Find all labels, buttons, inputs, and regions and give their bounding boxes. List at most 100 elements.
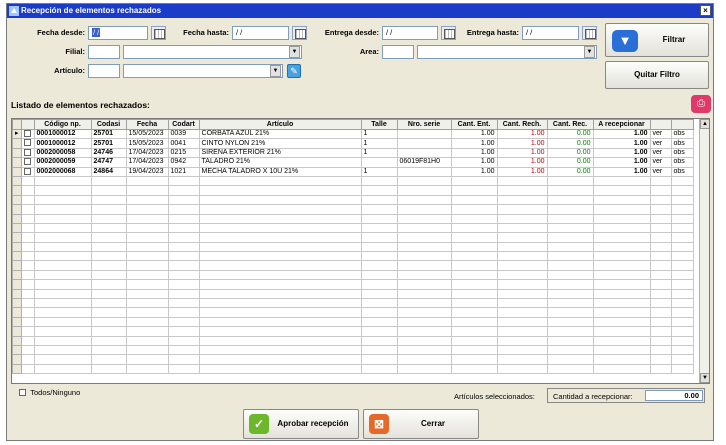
row-checkbox-cell[interactable] bbox=[20, 344, 35, 356]
row-indicator[interactable] bbox=[12, 138, 22, 149]
row-indicator[interactable] bbox=[12, 288, 22, 300]
filial-code-input[interactable] bbox=[88, 45, 120, 59]
area-select[interactable] bbox=[417, 45, 597, 59]
row-indicator[interactable] bbox=[12, 279, 22, 290]
row-checkbox-cell[interactable] bbox=[20, 194, 35, 206]
cerrar-button[interactable]: ⊠ Cerrar bbox=[363, 409, 479, 439]
row-indicator[interactable] bbox=[12, 269, 22, 281]
row-checkbox-cell[interactable] bbox=[20, 251, 35, 262]
entrega-hasta-input[interactable]: / / bbox=[522, 26, 579, 40]
cell-obs[interactable] bbox=[670, 279, 694, 290]
cell-ver[interactable] bbox=[649, 307, 672, 318]
cell-obs[interactable]: obs bbox=[670, 128, 694, 140]
cell-obs[interactable] bbox=[670, 307, 694, 318]
row-indicator[interactable] bbox=[12, 335, 22, 347]
cell-ver[interactable] bbox=[649, 241, 672, 253]
chevron-down-icon[interactable]: ▼ bbox=[289, 46, 300, 58]
area-code-input[interactable] bbox=[382, 45, 414, 59]
chevron-down-icon[interactable]: ▼ bbox=[270, 65, 281, 77]
row-checkbox-cell[interactable] bbox=[20, 363, 35, 375]
column-header[interactable]: Cant. Rec. bbox=[546, 119, 594, 130]
cell-obs[interactable]: obs bbox=[670, 147, 694, 159]
table-row[interactable]: 0002000068 24864 19/04/2023 1021 MECHA TALAD… bbox=[12, 166, 694, 177]
row-indicator[interactable] bbox=[12, 354, 22, 365]
column-header[interactable]: Codasi bbox=[90, 119, 127, 130]
table-row[interactable] bbox=[12, 185, 694, 196]
table-row[interactable]: 0002000059 24747 17/04/2023 0942 TALADRO 21%… bbox=[12, 157, 694, 168]
checkbox[interactable] bbox=[23, 168, 31, 175]
cell-obs[interactable] bbox=[670, 269, 694, 281]
row-indicator[interactable] bbox=[12, 166, 22, 177]
articulo-code-input[interactable] bbox=[88, 64, 120, 78]
table-row[interactable] bbox=[12, 251, 694, 262]
column-header[interactable]: Nro. serie bbox=[396, 119, 452, 130]
column-header[interactable]: A recepcionar bbox=[592, 119, 651, 130]
table-row[interactable]: 0001000012 25701 15/05/2023 0041 CINTO NYLON… bbox=[12, 138, 694, 149]
row-checkbox-cell[interactable] bbox=[20, 147, 35, 159]
row-checkbox-cell[interactable] bbox=[20, 185, 35, 196]
cell-obs[interactable] bbox=[670, 185, 694, 196]
cell-obs[interactable] bbox=[670, 363, 694, 375]
cell-obs[interactable] bbox=[670, 298, 694, 309]
row-checkbox-cell[interactable] bbox=[20, 175, 35, 187]
scroll-down-icon[interactable]: ▼ bbox=[700, 373, 709, 383]
row-checkbox-cell[interactable] bbox=[20, 222, 35, 234]
table-row[interactable] bbox=[12, 279, 694, 290]
calendar-icon[interactable] bbox=[151, 26, 166, 40]
table-row[interactable] bbox=[12, 204, 694, 215]
table-row[interactable] bbox=[12, 344, 694, 356]
cell-obs[interactable] bbox=[670, 335, 694, 347]
table-row[interactable] bbox=[12, 298, 694, 309]
table-row[interactable] bbox=[12, 288, 694, 300]
table-row[interactable] bbox=[12, 175, 694, 187]
cell-ver[interactable] bbox=[649, 185, 672, 196]
cell-obs[interactable]: obs bbox=[670, 138, 694, 149]
row-checkbox-cell[interactable] bbox=[20, 157, 35, 168]
cell-ver[interactable] bbox=[649, 194, 672, 206]
cell-ver[interactable] bbox=[649, 363, 672, 375]
entrega-desde-input[interactable]: / / bbox=[382, 26, 438, 40]
row-indicator[interactable] bbox=[12, 213, 22, 224]
table-row[interactable] bbox=[12, 260, 694, 271]
cell-ver[interactable] bbox=[649, 335, 672, 347]
column-header[interactable] bbox=[20, 119, 35, 130]
cell-obs[interactable] bbox=[670, 175, 694, 187]
row-checkbox-cell[interactable] bbox=[20, 307, 35, 318]
row-indicator[interactable] bbox=[12, 175, 22, 187]
cell-ver[interactable] bbox=[649, 298, 672, 309]
row-checkbox-cell[interactable] bbox=[20, 241, 35, 253]
cell-obs[interactable] bbox=[670, 194, 694, 206]
row-indicator[interactable] bbox=[12, 194, 22, 206]
column-header[interactable] bbox=[12, 119, 22, 130]
checkbox[interactable] bbox=[23, 139, 31, 147]
printer-icon[interactable]: ⎙ bbox=[691, 95, 711, 113]
wrench-icon[interactable]: ✎ bbox=[287, 64, 301, 78]
calendar-icon[interactable] bbox=[441, 26, 456, 40]
row-checkbox-cell[interactable] bbox=[20, 166, 35, 177]
row-checkbox-cell[interactable] bbox=[20, 260, 35, 271]
cell-ver[interactable]: ver bbox=[649, 147, 672, 159]
cell-ver[interactable] bbox=[649, 326, 672, 337]
cell-ver[interactable] bbox=[649, 269, 672, 281]
table-row[interactable] bbox=[12, 354, 694, 365]
row-checkbox-cell[interactable] bbox=[20, 316, 35, 328]
row-checkbox-cell[interactable] bbox=[20, 354, 35, 365]
table-row[interactable] bbox=[12, 269, 694, 281]
cell-ver[interactable] bbox=[649, 316, 672, 328]
row-checkbox-cell[interactable] bbox=[20, 269, 35, 281]
row-indicator[interactable] bbox=[12, 147, 22, 159]
row-checkbox-cell[interactable] bbox=[20, 298, 35, 309]
table-row[interactable]: 0002000058 24746 17/04/2023 0215 SIRENA EXTE… bbox=[12, 147, 694, 159]
cell-ver[interactable]: ver bbox=[649, 128, 672, 140]
cell-ver[interactable] bbox=[649, 288, 672, 300]
cell-ver[interactable] bbox=[649, 279, 672, 290]
row-indicator[interactable] bbox=[12, 298, 22, 309]
cell-ver[interactable]: ver bbox=[649, 138, 672, 149]
cell-obs[interactable] bbox=[670, 326, 694, 337]
row-checkbox-cell[interactable] bbox=[20, 326, 35, 337]
calendar-icon[interactable] bbox=[582, 26, 597, 40]
row-indicator[interactable] bbox=[12, 307, 22, 318]
table-row[interactable] bbox=[12, 326, 694, 337]
row-checkbox-cell[interactable] bbox=[20, 213, 35, 224]
cell-ver[interactable] bbox=[649, 354, 672, 365]
